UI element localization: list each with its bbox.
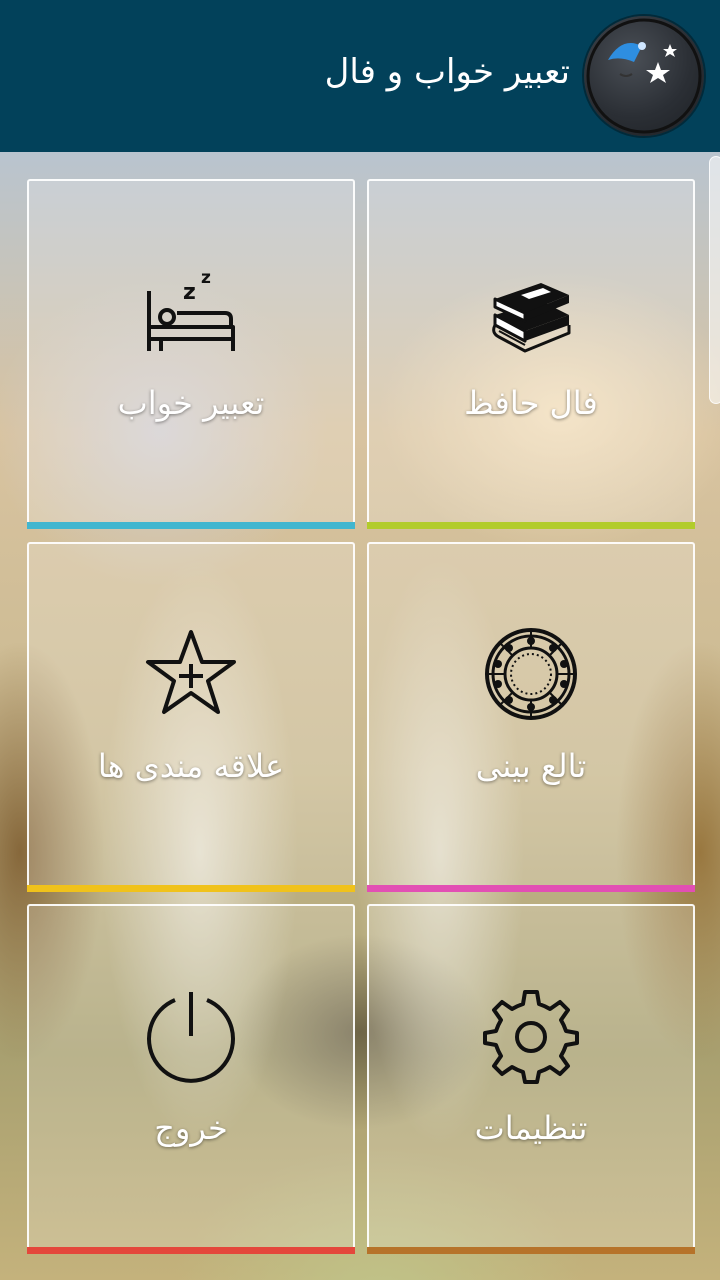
tile-label: تنظیمات [474,1109,588,1147]
tile-horoscope[interactable]: تالع بینی [367,542,695,892]
tile-accent-bar [27,1247,355,1254]
books-icon [481,261,581,361]
tile-settings[interactable]: تنظیمات [367,904,695,1254]
svg-text:z: z [201,268,211,288]
tile-label: فال حافظ [464,384,598,422]
tile-label: خروج [154,1109,228,1147]
gear-icon [481,986,581,1086]
tile-dream-interpretation[interactable]: z z تعبیر خواب [27,179,355,529]
tile-accent-bar [367,522,695,529]
tile-exit[interactable]: خروج [27,904,355,1254]
tile-accent-bar [367,885,695,892]
zodiac-wheel-icon [481,624,581,724]
scroll-indicator[interactable] [709,156,720,404]
moon-sleeping-icon [584,16,704,136]
app-header: تعبیر خواب و فال [0,0,720,152]
svg-text:z: z [183,280,196,305]
bed-sleeping-icon: z z [141,261,241,361]
power-icon [141,986,241,1086]
tile-label: علاقه مندی ها [97,747,285,785]
tile-accent-bar [27,885,355,892]
tile-accent-bar [367,1247,695,1254]
tile-hafez-fortune[interactable]: فال حافظ [367,179,695,529]
tile-accent-bar [27,522,355,529]
tile-label: تالع بینی [475,747,587,785]
tile-favorites[interactable]: علاقه مندی ها [27,542,355,892]
tile-label: تعبیر خواب [117,384,265,422]
app-title: تعبیر خواب و فال [324,52,570,92]
star-plus-icon [141,624,241,724]
